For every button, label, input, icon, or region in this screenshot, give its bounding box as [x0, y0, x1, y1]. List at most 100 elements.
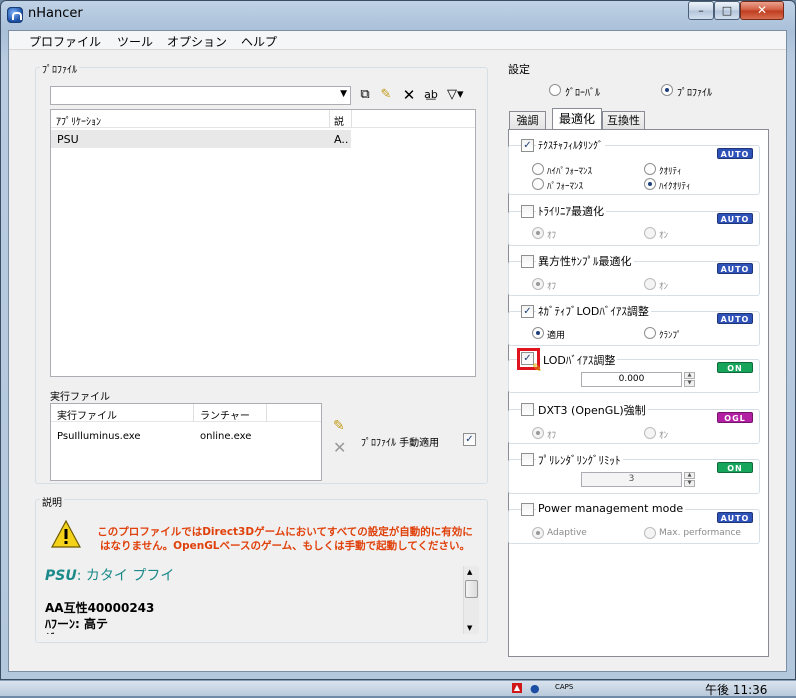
column-header-launcher[interactable]: ランチャー: [200, 407, 250, 422]
column-header-executable[interactable]: 実行ファイル: [57, 407, 117, 422]
scope-profile-radio[interactable]: [661, 84, 673, 96]
on-badge-icon: ON: [717, 362, 753, 373]
scroll-down-icon[interactable]: ▼: [467, 624, 472, 632]
manual-apply-checkbox[interactable]: ✓: [463, 433, 476, 446]
trilinear-checkbox[interactable]: [521, 205, 534, 218]
profile-list[interactable]: ｱﾌﾟﾘｹｰｼｮﾝ 説 PSU A..: [50, 109, 476, 377]
lod-bias-value-input[interactable]: 0.000: [581, 372, 682, 387]
description-line-3: ﾀﾞ ﾖﾌ ｴﾌ: [45, 630, 89, 634]
chevron-down-icon[interactable]: ▼: [340, 89, 347, 99]
spin-up-icon[interactable]: ▲: [684, 372, 695, 379]
description-scrollbar[interactable]: ▲ ▼: [463, 566, 479, 634]
menu-options[interactable]: オプション: [167, 33, 227, 50]
anisotropic-checkbox[interactable]: [521, 255, 534, 268]
rename-icon[interactable]: a͟b: [423, 87, 439, 103]
texture-high-performance-label: ﾊｲﾊﾟﾌｫｰﾏﾝｽ: [547, 167, 593, 177]
scope-profile-label: ﾌﾟﾛﾌｧｲﾙ: [677, 88, 712, 99]
filter-icon[interactable]: ▽▾: [447, 87, 464, 103]
manual-apply-label: ﾌﾟﾛﾌｧｲﾙ 手動適用: [361, 438, 440, 449]
title-bar[interactable]: nHancer – □ ✕: [0, 0, 796, 30]
trilinear-off-label: ｵﾌ: [547, 231, 557, 241]
texture-high-quality-label: ﾊｲｸｵﾘﾃｨ: [659, 182, 691, 192]
texture-quality-radio[interactable]: [644, 163, 656, 175]
description-group-label: 説明: [40, 494, 64, 509]
anisotropic-off-label: ｵﾌ: [547, 282, 557, 292]
warning-icon: [51, 520, 81, 548]
texture-performance-label: ﾊﾟﾌｫｰﾏﾝｽ: [547, 182, 584, 192]
dxt3-checkbox[interactable]: [521, 403, 534, 416]
profile-combo[interactable]: ▼: [50, 86, 351, 105]
new-profile-icon[interactable]: ✎: [378, 87, 394, 103]
row-executable: PsuIlluminus.exe: [57, 431, 141, 442]
tab-enhance[interactable]: 強調: [509, 111, 546, 129]
texture-high-performance-radio[interactable]: [532, 163, 544, 175]
trilinear-on-radio[interactable]: [644, 227, 656, 239]
tab-compat[interactable]: 互換性: [602, 111, 645, 129]
spin-down-icon[interactable]: ▼: [684, 480, 695, 487]
power-management-checkbox[interactable]: [521, 503, 534, 516]
auto-badge-icon: AUTO: [717, 148, 753, 159]
prerender-title: ﾌﾟﾘﾚﾝﾀﾞﾘﾝｸﾞﾘﾐｯﾄ: [536, 452, 623, 468]
menu-help[interactable]: ヘルプ: [241, 33, 277, 50]
power-max-performance-radio[interactable]: [644, 527, 656, 539]
texture-filtering-checkbox[interactable]: ✓: [521, 139, 534, 152]
anisotropic-off-radio[interactable]: [532, 278, 544, 290]
texture-quality-label: ｸｵﾘﾃｨ: [659, 167, 682, 177]
spin-down-icon[interactable]: ▼: [684, 380, 695, 387]
dxt3-on-radio[interactable]: [644, 427, 656, 439]
description-profile-name: PSU: [45, 568, 77, 584]
flag-icon[interactable]: ▲: [512, 683, 522, 693]
power-max-performance-label: Max. performance: [659, 528, 741, 538]
dxt3-off-radio[interactable]: [532, 427, 544, 439]
negative-lod-checkbox[interactable]: ✓: [521, 305, 534, 318]
app-icon: [7, 7, 23, 23]
menu-profile[interactable]: プロファイル: [29, 33, 101, 50]
trilinear-title: ﾄﾗｲﾘﾆｱ最適化: [536, 203, 606, 219]
table-row[interactable]: PSU A..: [51, 130, 351, 148]
executables-label: 実行ファイル: [50, 392, 110, 403]
clock[interactable]: 午後 11:36: [705, 681, 767, 698]
texture-performance-radio[interactable]: [532, 178, 544, 190]
negative-lod-title: ﾈｶﾞﾃｨﾌﾞLODﾊﾞｲｱｽ調整: [536, 303, 651, 319]
settings-label: 設定: [508, 63, 530, 76]
prerender-value-input[interactable]: 3: [581, 472, 682, 487]
description-line-1: AA互性40000243: [45, 601, 155, 615]
delete-icon[interactable]: ✕: [401, 87, 417, 103]
negative-lod-clamp-label: ｸﾗﾝﾌﾟ: [659, 331, 682, 341]
scroll-thumb[interactable]: [465, 580, 478, 598]
column-header-description[interactable]: 説: [334, 113, 344, 128]
menu-bar: プロファイル ツール オプション ヘルプ: [9, 31, 786, 50]
caps-indicator: CAPS: [555, 683, 574, 691]
spin-up-icon[interactable]: ▲: [684, 472, 695, 479]
anisotropic-title: 異方性ｻﾝﾌﾟﾙ最適化: [536, 253, 634, 269]
scroll-up-icon[interactable]: ▲: [467, 568, 472, 576]
prerender-checkbox[interactable]: [521, 453, 534, 466]
description-profile-line: PSU: カタイ プフイ: [45, 565, 174, 585]
profile-list-header: ｱﾌﾟﾘｹｰｼｮﾝ 説: [51, 110, 475, 128]
tab-optimize[interactable]: 最適化: [552, 108, 602, 130]
copy-icon[interactable]: ⧉: [357, 87, 373, 103]
minimize-button[interactable]: –: [688, 1, 714, 20]
table-row[interactable]: PsuIlluminus.exe online.exe: [51, 429, 321, 445]
anisotropic-on-label: ｵﾝ: [659, 282, 669, 292]
row-launcher: online.exe: [200, 431, 252, 442]
description-profile-suffix: : カタイ プフイ: [76, 568, 175, 584]
trilinear-off-radio[interactable]: [532, 227, 544, 239]
negative-lod-apply-radio[interactable]: [532, 327, 544, 339]
texture-filtering-title: ﾃｸｽﾁｬﾌｨﾙﾀﾘﾝｸﾞ: [536, 137, 605, 152]
texture-high-quality-radio[interactable]: [644, 178, 656, 190]
executables-list[interactable]: 実行ファイル ランチャー PsuIlluminus.exe online.exe: [50, 403, 322, 481]
remove-executable-icon[interactable]: ✕: [333, 438, 346, 457]
close-button[interactable]: ✕: [740, 1, 784, 20]
ime-icon[interactable]: ●: [530, 682, 540, 695]
maximize-button[interactable]: □: [714, 1, 740, 20]
power-adaptive-label: Adaptive: [547, 528, 587, 538]
scope-global-radio[interactable]: [549, 84, 561, 96]
menu-tools[interactable]: ツール: [117, 33, 153, 50]
power-adaptive-radio[interactable]: [532, 527, 544, 539]
add-executable-icon[interactable]: ✎: [333, 418, 345, 434]
anisotropic-on-radio[interactable]: [644, 278, 656, 290]
negative-lod-clamp-radio[interactable]: [644, 327, 656, 339]
window-title: nHancer: [28, 6, 83, 21]
column-header-application[interactable]: ｱﾌﾟﾘｹｰｼｮﾝ: [56, 113, 101, 128]
